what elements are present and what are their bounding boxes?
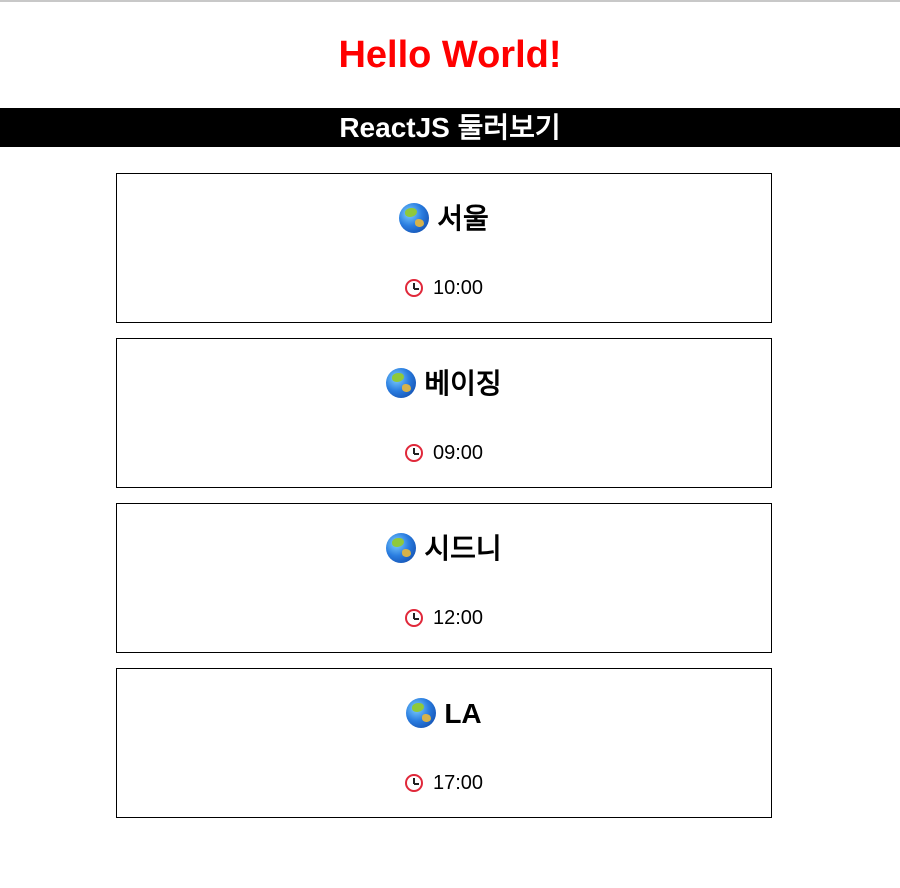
window-top-border xyxy=(0,0,900,2)
alarm-clock-icon xyxy=(404,609,423,627)
city-card-seoul: 서울 10:00 xyxy=(116,173,772,323)
globe-icon xyxy=(386,368,417,398)
subtitle-banner: ReactJS 둘러보기 xyxy=(0,108,900,147)
city-time: 09:00 xyxy=(432,442,484,464)
city-card-la: LA 17:00 xyxy=(116,668,772,818)
alarm-clock-icon xyxy=(404,774,423,792)
page-title: Hello World! xyxy=(338,34,562,76)
city-name-row: 베이징 xyxy=(117,365,771,403)
city-time-row: 09:00 xyxy=(117,439,771,467)
alarm-clock-icon xyxy=(404,279,423,297)
city-name-row: LA xyxy=(117,695,771,733)
city-time: 10:00 xyxy=(432,277,484,299)
city-time-row: 12:00 xyxy=(117,604,771,632)
city-name: 서울 xyxy=(437,203,489,234)
city-name: 시드니 xyxy=(424,533,502,564)
city-time: 12:00 xyxy=(432,607,484,629)
globe-icon xyxy=(406,698,437,728)
globe-icon xyxy=(386,533,417,563)
city-time-row: 17:00 xyxy=(117,769,771,797)
city-time: 17:00 xyxy=(432,772,484,794)
city-name: LA xyxy=(444,698,482,729)
city-name-row: 시드니 xyxy=(117,530,771,568)
globe-icon xyxy=(399,203,430,233)
city-card-beijing: 베이징 09:00 xyxy=(116,338,772,488)
city-name-row: 서울 xyxy=(117,200,771,238)
city-time-row: 10:00 xyxy=(117,274,771,302)
alarm-clock-icon xyxy=(404,444,423,462)
city-name: 베이징 xyxy=(424,368,502,399)
city-card-sydney: 시드니 12:00 xyxy=(116,503,772,653)
